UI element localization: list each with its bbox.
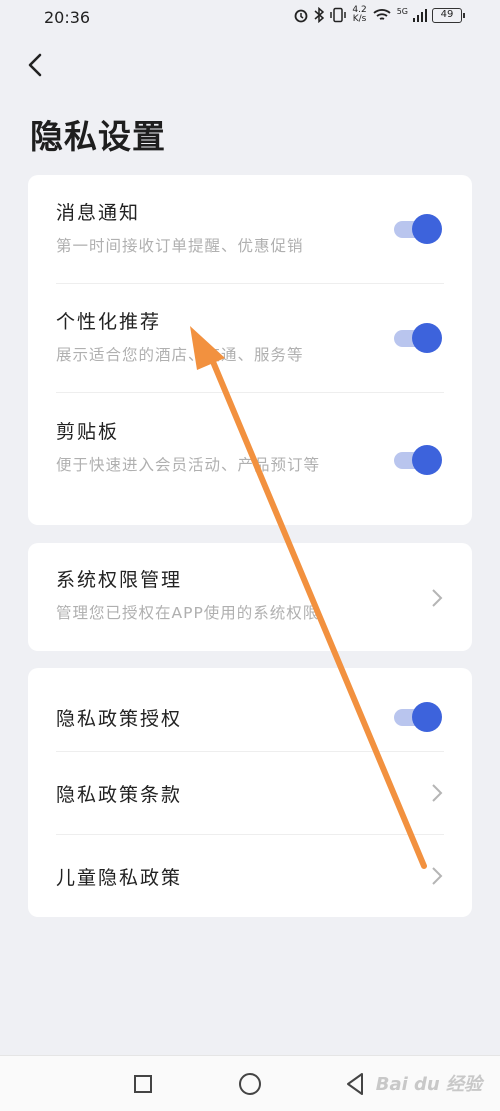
signal-label: 5G	[396, 6, 408, 16]
battery-icon: 49	[432, 7, 465, 23]
bluetooth-icon	[314, 7, 325, 23]
chevron-right-icon	[432, 589, 443, 607]
setting-row-clipboard[interactable]: 剪贴板 便于快速进入会员活动、产品预订等	[56, 393, 444, 525]
net-speed: 4.2 K/s	[352, 5, 367, 24]
clipboard-toggle[interactable]	[394, 445, 442, 475]
setting-row-privacy-authorization[interactable]: 隐私政策授权	[56, 668, 444, 752]
status-time: 20:36	[44, 8, 91, 27]
alarm-icon	[294, 9, 308, 23]
setting-desc: 便于快速进入会员活动、产品预订等	[56, 456, 321, 474]
signal-icon	[413, 9, 427, 22]
status-icons: 4.2 K/s 5G 49	[293, 5, 465, 24]
setting-row-system-permissions[interactable]: 系统权限管理 管理您已授权在APP使用的系统权限	[56, 543, 444, 651]
notifications-toggle[interactable]	[394, 214, 442, 244]
status-bar: 20:36 4.2 K/s 5G 49	[0, 0, 500, 36]
setting-row-personalized[interactable]: 个性化推荐 展示适合您的酒店、交通、服务等	[56, 284, 444, 393]
setting-desc: 第一时间接收订单提醒、优惠促销	[56, 237, 304, 255]
wifi-icon	[373, 9, 391, 20]
vibrate-icon	[330, 7, 347, 23]
page-title: 隐私设置	[30, 117, 166, 156]
system-nav-bar: Bai du 经验	[0, 1055, 500, 1111]
setting-title: 消息通知	[56, 202, 141, 224]
personalized-toggle[interactable]	[394, 323, 442, 353]
setting-title: 儿童隐私政策	[56, 867, 183, 889]
setting-desc: 展示适合您的酒店、交通、服务等	[56, 346, 304, 364]
setting-title: 隐私政策条款	[56, 784, 183, 806]
setting-row-privacy-terms[interactable]: 隐私政策条款	[56, 752, 444, 835]
chevron-right-icon	[432, 867, 443, 885]
privacy-authorization-toggle[interactable]	[394, 702, 442, 732]
home-icon[interactable]	[236, 1070, 264, 1098]
chevron-right-icon	[432, 784, 443, 802]
recents-icon[interactable]	[129, 1070, 157, 1098]
setting-row-children-privacy[interactable]: 儿童隐私政策	[56, 835, 444, 917]
permissions-card: 系统权限管理 管理您已授权在APP使用的系统权限	[28, 543, 472, 651]
privacy-policy-card: 隐私政策授权 隐私政策条款 儿童隐私政策	[28, 668, 472, 917]
setting-desc: 管理您已授权在APP使用的系统权限	[56, 604, 320, 622]
back-arrow-icon[interactable]	[24, 50, 52, 80]
notification-settings-card: 消息通知 第一时间接收订单提醒、优惠促销 个性化推荐 展示适合您的酒店、交通、服…	[28, 175, 472, 525]
setting-title: 剪贴板	[56, 421, 120, 443]
setting-title: 系统权限管理	[56, 569, 183, 591]
watermark: Bai du 经验	[375, 1074, 482, 1095]
setting-row-notifications[interactable]: 消息通知 第一时间接收订单提醒、优惠促销	[56, 175, 444, 284]
setting-title: 隐私政策授权	[56, 708, 183, 730]
back-icon[interactable]	[342, 1070, 370, 1098]
setting-title: 个性化推荐	[56, 311, 162, 333]
